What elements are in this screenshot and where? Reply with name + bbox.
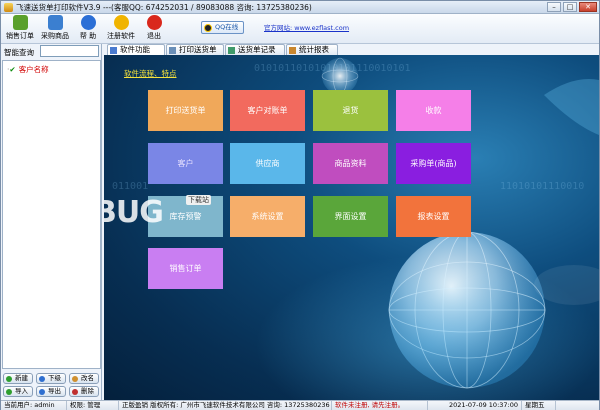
export-label: 导出 [48, 387, 61, 395]
product-info-tile[interactable]: 商品资料 [313, 143, 388, 184]
supplier-tile[interactable]: 供应商 [230, 143, 305, 184]
tree-item-customer-name[interactable]: ·✔ 客户名称 [7, 64, 49, 75]
export-button[interactable]: 导出 [36, 386, 66, 397]
cart-icon [12, 15, 28, 30]
delete-button[interactable]: 删除 [69, 386, 99, 397]
official-site-link[interactable]: 官方网站: www.ezflast.com [264, 22, 349, 32]
tab-features[interactable]: 软件功能 [107, 44, 165, 55]
light-glow [254, 255, 599, 400]
shopping-bag-icon [47, 15, 63, 30]
toolbar-label: 采购商品 [41, 32, 69, 40]
maximize-button[interactable]: □ [563, 2, 577, 12]
print-delivery-tile[interactable]: 打印送货单 [148, 90, 223, 131]
search-label: 智能查询 [4, 48, 34, 57]
software-flow-link[interactable]: 软件流程、特点 [124, 68, 177, 79]
tab-label: 软件功能 [120, 45, 150, 54]
tab-label: 打印送货单 [179, 45, 217, 54]
exit-icon [146, 15, 162, 30]
tab-print-delivery[interactable]: 打印送货单 [166, 44, 224, 55]
status-role: 权限: 管理 [67, 401, 119, 410]
status-user: 当前用户: admin [1, 401, 67, 410]
child-label: 下级 [48, 374, 61, 382]
toolbar-label: 帮 助 [79, 32, 97, 40]
toolbar-label: 退出 [147, 32, 161, 40]
toolbar-exit-button[interactable]: 退出 [143, 15, 165, 43]
rename-icon [72, 376, 78, 382]
new-button[interactable]: 新建 [3, 373, 33, 384]
help-icon [80, 15, 96, 30]
feature-icon [110, 47, 117, 54]
app-icon [4, 3, 13, 12]
tree-item-label: 客户名称 [18, 65, 49, 74]
customer-tile[interactable]: 客户 [148, 143, 223, 184]
binary-text: 11010101110010 [500, 181, 585, 192]
watermark-badge: 下载站 [186, 195, 211, 205]
toolbar-label: 注册软件 [107, 32, 135, 40]
watermark: BUG 下载站 [104, 195, 224, 235]
child-icon [39, 376, 45, 382]
rename-button[interactable]: 改名 [69, 373, 99, 384]
window-title: 飞速送货单打印软件V3.9 ---(客服QQ: 674252031 / 8908… [16, 3, 312, 12]
binary-text: 011001 [112, 181, 149, 192]
new-label: 新建 [15, 374, 28, 382]
register-icon [113, 15, 129, 30]
status-license: 正版盈销 版权所有: 广州市飞速软件技术有限公司 咨询: 13725380236 [119, 401, 332, 410]
payment-tile[interactable]: 收款 [396, 90, 471, 131]
new-icon [6, 376, 12, 382]
tab-label: 送货单记录 [238, 45, 276, 54]
tab-reports[interactable]: 统计报表 [286, 44, 338, 55]
customer-statement-tile[interactable]: 客户对账单 [230, 90, 305, 131]
toolbar-register-button[interactable]: 注册软件 [105, 15, 137, 43]
report-settings-tile[interactable]: 报表设置 [396, 196, 471, 237]
purchase-order-tile[interactable]: 采购单(商品) [396, 143, 471, 184]
delete-label: 删除 [81, 387, 94, 395]
status-datetime: 2021-07-09 10:37:00 [428, 401, 522, 410]
export-icon [39, 389, 45, 395]
watermark-text: BUG [104, 195, 164, 230]
qq-online-button[interactable]: QQ在线 [201, 21, 244, 34]
sales-order-tile[interactable]: 销售订单 [148, 248, 223, 289]
left-panel: 智能查询 ·✔ 客户名称 新建 下级 改名 导入 导出 删除 [1, 44, 102, 400]
toolbar-help-button[interactable]: 帮 助 [77, 15, 99, 43]
return-tile[interactable]: 退货 [313, 90, 388, 131]
tab-delivery-records[interactable]: 送货单记录 [225, 44, 285, 55]
tab-bar: 软件功能 打印送货单 送货单记录 统计报表 [103, 44, 599, 55]
qq-label: QQ在线 [215, 23, 239, 31]
close-button[interactable]: ✕ [579, 2, 597, 12]
system-settings-tile[interactable]: 系统设置 [230, 196, 305, 237]
customer-tree: ·✔ 客户名称 [2, 60, 101, 369]
search-input[interactable] [40, 45, 99, 57]
toolbar-sales-order-button[interactable]: 销售订单 [4, 15, 36, 43]
title-bar: 飞速送货单打印软件V3.9 ---(客服QQ: 674252031 / 8908… [1, 1, 599, 14]
qq-icon [204, 24, 212, 32]
binary-text: 01010110101010101110010101 [254, 63, 411, 74]
interface-settings-tile[interactable]: 界面设置 [313, 196, 388, 237]
tab-label: 统计报表 [299, 45, 329, 54]
delete-icon [72, 389, 78, 395]
status-weekday: 星期五 [522, 401, 556, 410]
main-panel: 01010110101010101110010101 011001 110101… [104, 55, 599, 400]
status-registration: 软件未注册, 请先注册。 [332, 401, 428, 410]
toolbar-label: 销售订单 [6, 32, 34, 40]
rename-label: 改名 [81, 374, 94, 382]
import-icon [6, 389, 12, 395]
app-window: 飞速送货单打印软件V3.9 ---(客服QQ: 674252031 / 8908… [0, 0, 600, 410]
child-button[interactable]: 下级 [36, 373, 66, 384]
import-label: 导入 [15, 387, 28, 395]
import-button[interactable]: 导入 [3, 386, 33, 397]
report-icon [289, 47, 296, 54]
print-icon [169, 47, 176, 54]
toolbar-purchase-button[interactable]: 采购商品 [38, 15, 72, 43]
record-icon [228, 47, 235, 54]
check-icon: ✔ [9, 65, 16, 74]
minimize-button[interactable]: – [547, 2, 561, 12]
status-bar: 当前用户: admin 权限: 管理 正版盈销 版权所有: 广州市飞速软件技术有… [1, 400, 599, 410]
